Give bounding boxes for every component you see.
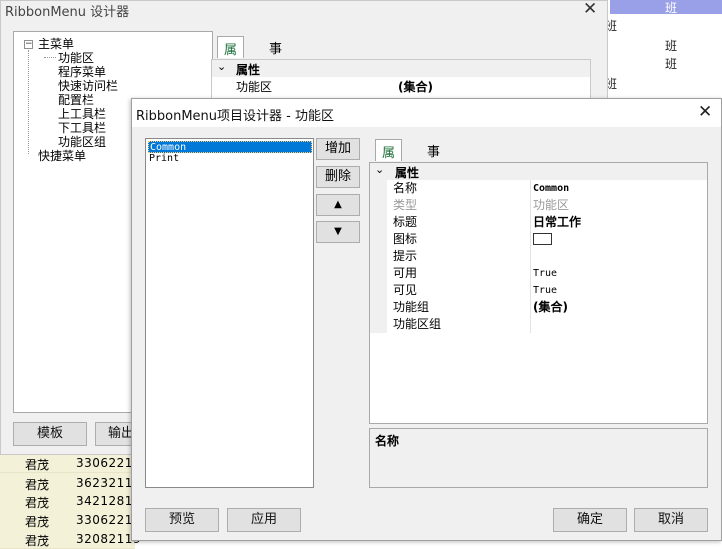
property-row-tooltip[interactable]: 提示 <box>370 248 707 265</box>
description-panel: 名称 <box>369 428 708 488</box>
icon-preview-box[interactable] <box>533 233 552 245</box>
property-key: 图标 <box>393 232 418 246</box>
sheet-header-cell: 班 <box>610 0 722 15</box>
arrow-down-icon: ▼ <box>334 226 342 237</box>
preview-button[interactable]: 预览 <box>145 508 219 532</box>
arrow-up-icon: ▲ <box>334 199 342 210</box>
add-button[interactable]: 增加 <box>316 138 360 160</box>
row-gutter <box>370 282 387 299</box>
description-title: 名称 <box>375 434 400 448</box>
ribbonmenu-item-designer-dialog: RibbonMenu项目设计器 - 功能区 ✕ Common Print 增加 … <box>131 98 722 541</box>
property-value[interactable]: Common <box>533 181 705 196</box>
row-gutter <box>370 214 387 231</box>
dialog-title: RibbonMenu项目设计器 - 功能区 <box>136 109 334 124</box>
tab-events[interactable]: 事件 <box>421 139 446 179</box>
sheet-row-name: 君茂 <box>25 515 50 529</box>
property-key: 标题 <box>393 215 418 229</box>
property-key: 类型 <box>393 198 418 212</box>
property-row-visible[interactable]: 可见 True <box>370 282 707 299</box>
close-icon[interactable]: ✕ <box>583 0 597 19</box>
property-row-icon[interactable]: 图标 <box>370 231 707 248</box>
sheet-row[interactable]: 君茂 33062219 <box>0 453 141 473</box>
property-value[interactable]: True <box>533 266 705 281</box>
list-item[interactable]: Print <box>148 153 312 165</box>
property-value[interactable]: (集合) <box>533 300 705 315</box>
property-key: 功能区 <box>236 80 273 94</box>
category-label: 属性 <box>395 166 420 180</box>
chevron-down-icon: ⌄ <box>217 60 227 73</box>
tab-properties[interactable]: 属性 <box>217 36 245 77</box>
property-row-enabled[interactable]: 可用 True <box>370 265 707 282</box>
sheet-cell: 班 <box>665 39 678 53</box>
delete-button[interactable]: 删除 <box>316 166 360 188</box>
move-down-button[interactable]: ▼ <box>316 221 360 243</box>
tree-node-main-menu[interactable]: 主菜单 <box>38 37 74 51</box>
sheet-row-name: 君茂 <box>25 496 50 510</box>
template-button[interactable]: 模板 <box>13 422 87 446</box>
property-row-groups[interactable]: 功能组 (集合) <box>370 299 707 316</box>
tree-connector <box>44 57 56 58</box>
property-key: 可见 <box>393 283 418 297</box>
tree-node-bottom-toolbar[interactable]: 下工具栏 <box>58 121 106 135</box>
tree-node-app-menu[interactable]: 程序菜单 <box>58 65 106 79</box>
sheet-row-name: 君茂 <box>25 458 50 472</box>
sheet-row[interactable]: 君茂 32082119 <box>0 529 141 549</box>
category-label: 属性 <box>236 63 261 77</box>
tab-events[interactable]: 事件 <box>263 36 288 76</box>
property-category: ⌄ 属性 <box>212 60 590 77</box>
dialog-title: RibbonMenu 设计器 <box>5 5 130 20</box>
ribbon-list[interactable]: Common Print <box>145 138 314 488</box>
tree-node-context-menu[interactable]: 快捷菜单 <box>38 149 86 163</box>
property-row-ribbon-groups[interactable]: 功能区组 <box>370 316 707 333</box>
tree-node-config-bar[interactable]: 配置栏 <box>58 93 94 107</box>
row-gutter <box>370 231 387 248</box>
ok-button[interactable]: 确定 <box>553 508 627 532</box>
list-item[interactable]: Common <box>148 141 312 153</box>
move-up-button[interactable]: ▲ <box>316 194 360 216</box>
tree-node-quick-access[interactable]: 快速访问栏 <box>58 79 118 93</box>
chevron-down-icon[interactable]: ⌄ <box>375 163 384 176</box>
property-key: 功能组 <box>393 300 430 314</box>
property-row-name[interactable]: 名称 Common <box>370 180 707 197</box>
row-gutter <box>370 248 387 265</box>
property-category[interactable]: ⌄ 属性 <box>370 163 707 180</box>
title-bar: RibbonMenu项目设计器 - 功能区 ✕ <box>132 99 721 127</box>
sheet-row[interactable]: 君茂 33062219 <box>0 510 141 530</box>
row-gutter <box>370 265 387 282</box>
export-button[interactable]: 输出 <box>95 422 135 446</box>
tree-node-ribbon-group[interactable]: 功能区组 <box>58 135 106 149</box>
property-key: 可用 <box>393 266 418 280</box>
property-value[interactable]: (集合) <box>398 78 433 95</box>
property-key: 功能区组 <box>393 317 442 331</box>
sheet-row[interactable]: 君茂 34212819 <box>0 491 141 511</box>
property-key: 提示 <box>393 249 418 263</box>
apply-button[interactable]: 应用 <box>227 508 301 532</box>
property-value[interactable]: True <box>533 283 705 298</box>
row-gutter <box>370 299 387 316</box>
cancel-button[interactable]: 取消 <box>634 508 708 532</box>
property-key: 名称 <box>393 181 418 195</box>
close-icon[interactable]: ✕ <box>698 102 712 122</box>
tree-node-ribbon[interactable]: 功能区 <box>58 51 94 65</box>
property-value[interactable]: 日常工作 <box>533 215 705 230</box>
property-value: 功能区 <box>533 198 570 212</box>
row-gutter <box>370 180 387 197</box>
tree-connector <box>28 50 29 154</box>
sheet-row[interactable]: 君茂 36232119 <box>0 473 141 493</box>
property-grid[interactable]: ⌄ 属性 名称 Common 类型 功能区 标题 日常工作 图标 提示 可用 T… <box>369 162 708 424</box>
property-row-type[interactable]: 类型 功能区 <box>370 197 707 214</box>
outer-property-grid[interactable]: ⌄ 属性 功能区 (集合) <box>211 59 591 99</box>
row-gutter <box>370 197 387 214</box>
collapse-icon[interactable]: − <box>24 40 33 49</box>
sheet-cell: 班 <box>665 57 678 71</box>
tree-node-top-toolbar[interactable]: 上工具栏 <box>58 107 106 121</box>
row-gutter <box>370 316 387 333</box>
property-row-caption[interactable]: 标题 日常工作 <box>370 214 707 231</box>
tab-properties[interactable]: 属性 <box>375 139 403 180</box>
